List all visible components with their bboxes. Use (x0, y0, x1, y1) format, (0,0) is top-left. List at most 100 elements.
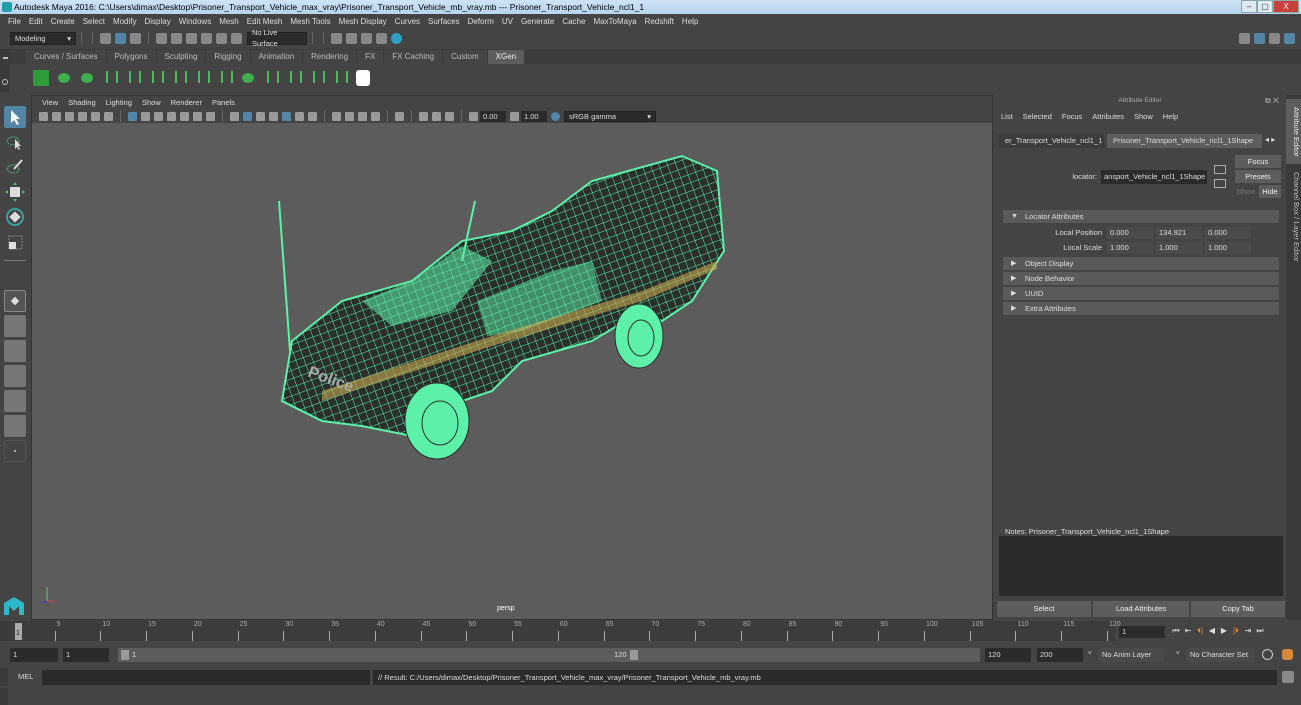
menu-maxtomaya[interactable]: MaxToMaya (589, 17, 640, 26)
persp-graph-layout-icon[interactable] (4, 390, 26, 412)
go-to-end-button[interactable]: ⏭ (1254, 625, 1266, 637)
side-tab-attribute-editor[interactable]: Attribute Editor (1286, 99, 1301, 164)
local-scale-x[interactable]: 1.000 (1107, 242, 1153, 254)
local-scale-z[interactable]: 1.000 (1205, 242, 1251, 254)
vehicle-wireframe-model[interactable]: Police (262, 151, 742, 471)
snap-projected-center-icon[interactable] (201, 32, 212, 44)
isolate-select-icon[interactable] (395, 111, 404, 121)
close-button[interactable]: X (1273, 0, 1299, 13)
menu-edit-mesh[interactable]: Edit Mesh (243, 17, 287, 26)
menu-mesh-tools[interactable]: Mesh Tools (286, 17, 334, 26)
default-material-icon[interactable] (256, 111, 265, 121)
xgen-place-guides-icon[interactable] (124, 69, 142, 87)
xgen-add-guide-icon[interactable] (147, 69, 165, 87)
play-backwards-button[interactable]: ◀ (1206, 625, 1218, 637)
grid-icon[interactable] (128, 111, 137, 121)
film-gate-icon[interactable] (141, 111, 150, 121)
ae-tab-transform[interactable]: er_Transport_Vehicle_ncl1_1 (999, 134, 1104, 148)
live-surface-field[interactable]: No Live Surface (247, 28, 307, 48)
ae-menu-attributes[interactable]: Attributes (1092, 112, 1124, 121)
script-editor-icon[interactable] (1282, 671, 1294, 683)
camera-attributes-icon[interactable] (52, 111, 61, 121)
shelf-settings-icon[interactable] (2, 79, 8, 85)
notes-textarea[interactable] (999, 536, 1283, 596)
menu-select[interactable]: Select (79, 17, 109, 26)
local-position-y[interactable]: 134.921 (1156, 227, 1202, 239)
ipr-render-icon[interactable] (361, 32, 372, 44)
snap-grid-icon[interactable] (156, 32, 167, 44)
menu-create[interactable]: Create (47, 17, 79, 26)
camera-icon[interactable] (39, 111, 48, 121)
channel-box-toggle-icon[interactable] (1284, 32, 1295, 44)
shelf-tab-polygons[interactable]: Polygons (106, 50, 156, 64)
section-object-display[interactable]: ▶ Object Display (1003, 257, 1279, 270)
render-current-icon[interactable] (346, 32, 357, 44)
shelf-tab-xgen[interactable]: XGen (487, 50, 525, 64)
shelf-menu-icon[interactable] (3, 57, 8, 59)
shadows-icon[interactable] (308, 111, 317, 121)
xgen-preview-icon[interactable] (55, 69, 73, 87)
shelf-tab-curves-surfaces[interactable]: Curves / Surfaces (26, 50, 106, 64)
show-button[interactable]: Show (1235, 185, 1257, 198)
go-to-output-icon[interactable] (1214, 179, 1226, 188)
ae-menu-help[interactable]: Help (1163, 112, 1178, 121)
copy-tab-button[interactable]: Copy Tab (1191, 601, 1285, 617)
character-set-dropdown[interactable]: No Character Set (1186, 648, 1254, 662)
rotate-tool-icon[interactable] (4, 206, 26, 228)
modeling-toolkit-icon[interactable] (1239, 32, 1250, 44)
shelf-tab-fx-caching[interactable]: FX Caching (384, 50, 443, 64)
viewport-menu-panels[interactable]: Panels (207, 98, 240, 107)
shelf-tab-rendering[interactable]: Rendering (303, 50, 357, 64)
animation-preferences-icon[interactable] (1282, 649, 1293, 660)
select-hierarchy-icon[interactable] (100, 32, 111, 44)
make-live-icon[interactable] (231, 32, 242, 44)
smooth-shade-icon[interactable] (243, 111, 252, 121)
timeline-grip[interactable] (0, 621, 10, 641)
bookmark-icon[interactable] (65, 111, 74, 121)
go-to-input-icon[interactable] (1214, 165, 1226, 174)
playback-end-field[interactable]: 120 (985, 648, 1031, 662)
playback-start-field[interactable]: 1 (63, 648, 109, 662)
section-extra-attributes[interactable]: ▶ Extra Attributes (1003, 302, 1279, 315)
minimize-button[interactable]: – (1241, 0, 1257, 13)
anti-aliasing-icon[interactable] (358, 111, 367, 121)
viewport-menu-renderer[interactable]: Renderer (166, 98, 207, 107)
cmd-grip[interactable] (0, 668, 8, 686)
local-scale-y[interactable]: 1.000 (1156, 242, 1202, 254)
animation-end-field[interactable]: 200 (1037, 648, 1083, 662)
attribute-editor-toggle-icon[interactable] (1254, 32, 1265, 44)
shelf-tab-rigging[interactable]: Rigging (206, 50, 250, 64)
hypershade-icon[interactable] (391, 32, 402, 44)
safe-title-icon[interactable] (206, 111, 215, 121)
tab-scroll-arrows-icon[interactable]: ◂ ▸ (1265, 135, 1275, 144)
play-forwards-button[interactable]: ▶ (1218, 625, 1230, 637)
xgen-delete-icon[interactable] (331, 69, 349, 87)
float-close-icons[interactable]: ⧉ ✕ (1265, 96, 1279, 106)
menu-generate[interactable]: Generate (517, 17, 558, 26)
range-start-handle[interactable] (121, 650, 129, 660)
menu-file[interactable]: File (4, 17, 25, 26)
menu-uv[interactable]: UV (498, 17, 517, 26)
image-plane-icon[interactable] (78, 111, 87, 121)
xgen-create-description-icon[interactable] (101, 69, 119, 87)
shelf-tab-fx[interactable]: FX (357, 50, 384, 64)
xgen-interactive-groom-icon[interactable] (308, 69, 326, 87)
step-back-key-button[interactable]: ⇤ (1182, 625, 1194, 637)
shelf-tab-animation[interactable]: Animation (250, 50, 303, 64)
color-management-icon[interactable] (551, 111, 560, 121)
presets-button[interactable]: Presets (1235, 170, 1281, 183)
screen-space-ao-icon[interactable] (332, 111, 341, 121)
motion-blur-icon[interactable] (345, 111, 354, 121)
select-component-icon[interactable] (130, 32, 141, 44)
backface-culling-icon[interactable] (445, 111, 454, 121)
auto-key-icon[interactable] (1262, 649, 1273, 660)
menu-surfaces[interactable]: Surfaces (424, 17, 464, 26)
snap-view-plane-icon[interactable] (216, 32, 227, 44)
focus-button[interactable]: Focus (1235, 155, 1281, 168)
xray-icon[interactable] (282, 111, 291, 121)
step-forward-frame-button[interactable]: |⏵ (1230, 625, 1242, 637)
grease-pencil-icon[interactable] (104, 111, 113, 121)
menu-redshift[interactable]: Redshift (641, 17, 678, 26)
xgen-library-icon[interactable] (32, 69, 50, 87)
exposure-icon[interactable] (469, 111, 478, 121)
